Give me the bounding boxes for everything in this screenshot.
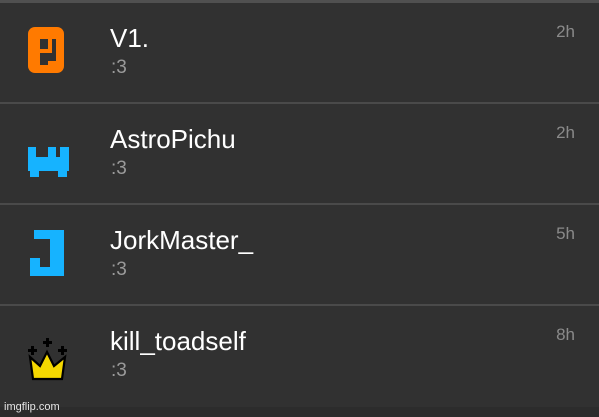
chat-username: V1. xyxy=(110,23,150,53)
chat-message-preview: :3 xyxy=(111,158,127,179)
chat-timestamp: 8h xyxy=(556,325,575,344)
watermark: imgflip.com xyxy=(4,401,60,413)
orange-p-icon xyxy=(26,20,70,84)
chat-username: kill_toadself xyxy=(110,326,246,356)
chat-list: V1. :3 2h AstroPichu :3 2h JorkMaster_:… xyxy=(0,3,599,407)
chat-timestamp: 2h xyxy=(556,123,575,142)
gold-crown-icon xyxy=(26,323,70,387)
chat-username: AstroPichu xyxy=(110,124,236,154)
chat-username: JorkMaster_ xyxy=(110,225,254,255)
chat-list-item[interactable]: AstroPichu :3 2h xyxy=(0,104,599,205)
chat-timestamp: 2h xyxy=(556,22,575,41)
chat-list-item[interactable]: JorkMaster_ :3 5h xyxy=(0,205,599,306)
chat-list-item[interactable]: V1. :3 2h xyxy=(0,3,599,104)
chat-message-preview: :3 xyxy=(111,57,127,78)
blue-crown-icon xyxy=(26,121,70,185)
chat-timestamp: 5h xyxy=(556,224,575,243)
chat-message-preview: :3 xyxy=(111,360,127,381)
chat-message-preview: :3 xyxy=(111,259,127,280)
blue-j-icon xyxy=(26,222,70,286)
chat-list-item[interactable]: kill_toadself :3 8h xyxy=(0,306,599,407)
